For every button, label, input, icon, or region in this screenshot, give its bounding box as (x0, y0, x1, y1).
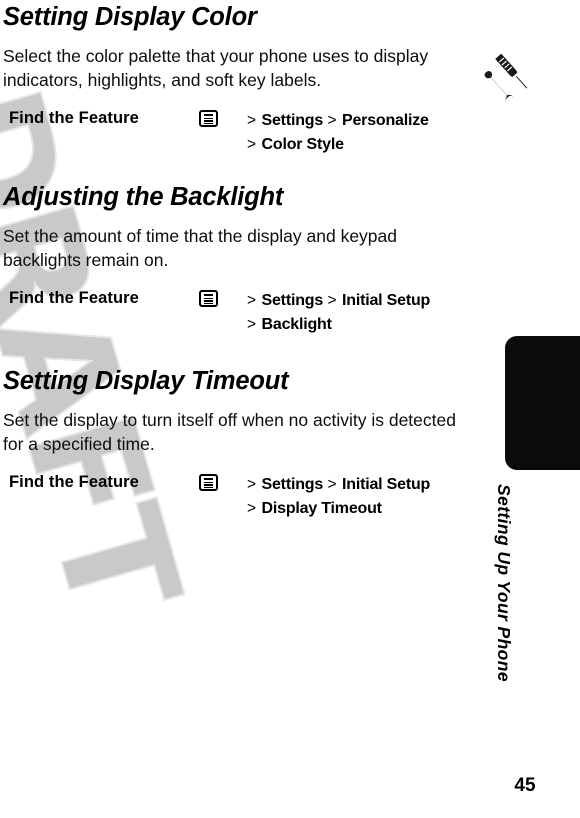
menu-icon-bar (204, 297, 213, 300)
menu-icon-bar (204, 302, 213, 305)
section-setting-display-timeout: Setting Display Timeout Set the display … (3, 366, 475, 521)
draft-watermark-text: DRAFT (0, 70, 212, 630)
section-adjusting-the-backlight: Adjusting the Backlight Set the amount o… (3, 182, 475, 337)
menu-path-line: > Backlight (247, 313, 430, 337)
breadcrumb[interactable]: Settings (262, 292, 324, 309)
page-title: Adjusting the Backlight (3, 183, 284, 211)
path-separator: > (247, 292, 257, 309)
menu-icon[interactable] (199, 474, 220, 493)
chapter-title-text: Setting Up Your Phone (494, 484, 514, 682)
menu-path-line: > Settings > Personalize (247, 109, 429, 133)
path-separator: > (247, 112, 257, 129)
path-separator: > (327, 476, 337, 493)
breadcrumb[interactable]: Personalize (342, 112, 429, 129)
menu-icon[interactable] (199, 290, 220, 309)
find-the-feature-label: Find the Feature (9, 109, 139, 127)
menu-icon-bar (204, 114, 213, 117)
breadcrumb[interactable]: Settings (262, 476, 324, 493)
breadcrumb[interactable]: Initial Setup (342, 476, 430, 493)
breadcrumb[interactable]: Initial Setup (342, 292, 430, 309)
menu-path: > Settings > Initial Setup > Backlight (247, 289, 430, 337)
menu-icon-bar (204, 300, 213, 302)
breadcrumb[interactable]: Display Timeout (262, 500, 382, 517)
page-number: 45 (514, 775, 536, 796)
chapter-title: Setting Up Your Phone (480, 484, 580, 724)
menu-icon-bar (204, 120, 213, 122)
menu-path-line: > Settings > Initial Setup (247, 289, 430, 313)
path-separator: > (247, 316, 257, 333)
page-title: Setting Display Timeout (3, 367, 289, 395)
chapter-tab (505, 336, 580, 470)
menu-path: > Settings > Personalize > Color Style (247, 109, 429, 157)
menu-path: > Settings > Initial Setup > Display Tim… (247, 473, 430, 521)
find-the-feature-label: Find the Feature (9, 473, 139, 491)
path-separator: > (247, 476, 257, 493)
section-body-text: Select the color palette that your phone… (3, 46, 429, 90)
section-body-text: Set the display to turn itself off when … (3, 410, 456, 454)
page-title: Setting Display Color (3, 3, 257, 31)
find-the-feature-label: Find the Feature (9, 289, 139, 307)
menu-icon[interactable] (199, 110, 220, 129)
breadcrumb[interactable]: Color Style (262, 136, 344, 153)
find-the-feature-row: Find the Feature > Settings > Initial Se… (3, 289, 475, 337)
menu-path-line: > Color Style (247, 133, 429, 157)
find-the-feature-row: Find the Feature > Settings > Personaliz… (3, 109, 475, 157)
menu-icon-bar (204, 484, 213, 486)
menu-icon-bar (204, 294, 213, 297)
path-separator: > (247, 136, 257, 153)
menu-icon-bar (204, 486, 213, 489)
path-separator: > (327, 292, 337, 309)
breadcrumb[interactable]: Backlight (262, 316, 332, 333)
path-separator: > (327, 112, 337, 129)
menu-icon-bar (204, 481, 213, 484)
path-separator: > (247, 500, 257, 517)
find-the-feature-row: Find the Feature > Settings > Initial Se… (3, 473, 475, 521)
section-setting-display-color: Setting Display Color Select the color p… (3, 2, 475, 157)
menu-icon-bar (204, 122, 213, 125)
menu-path-line: > Settings > Initial Setup (247, 473, 430, 497)
wrench-screwdriver-icon (481, 52, 531, 104)
section-body-text: Set the amount of time that the display … (3, 226, 397, 270)
breadcrumb[interactable]: Settings (262, 112, 324, 129)
menu-path-line: > Display Timeout (247, 497, 430, 521)
menu-icon-bar (204, 117, 213, 120)
menu-icon-bar (204, 478, 213, 481)
chapter-sidebar: Setting Up Your Phone (480, 0, 580, 818)
